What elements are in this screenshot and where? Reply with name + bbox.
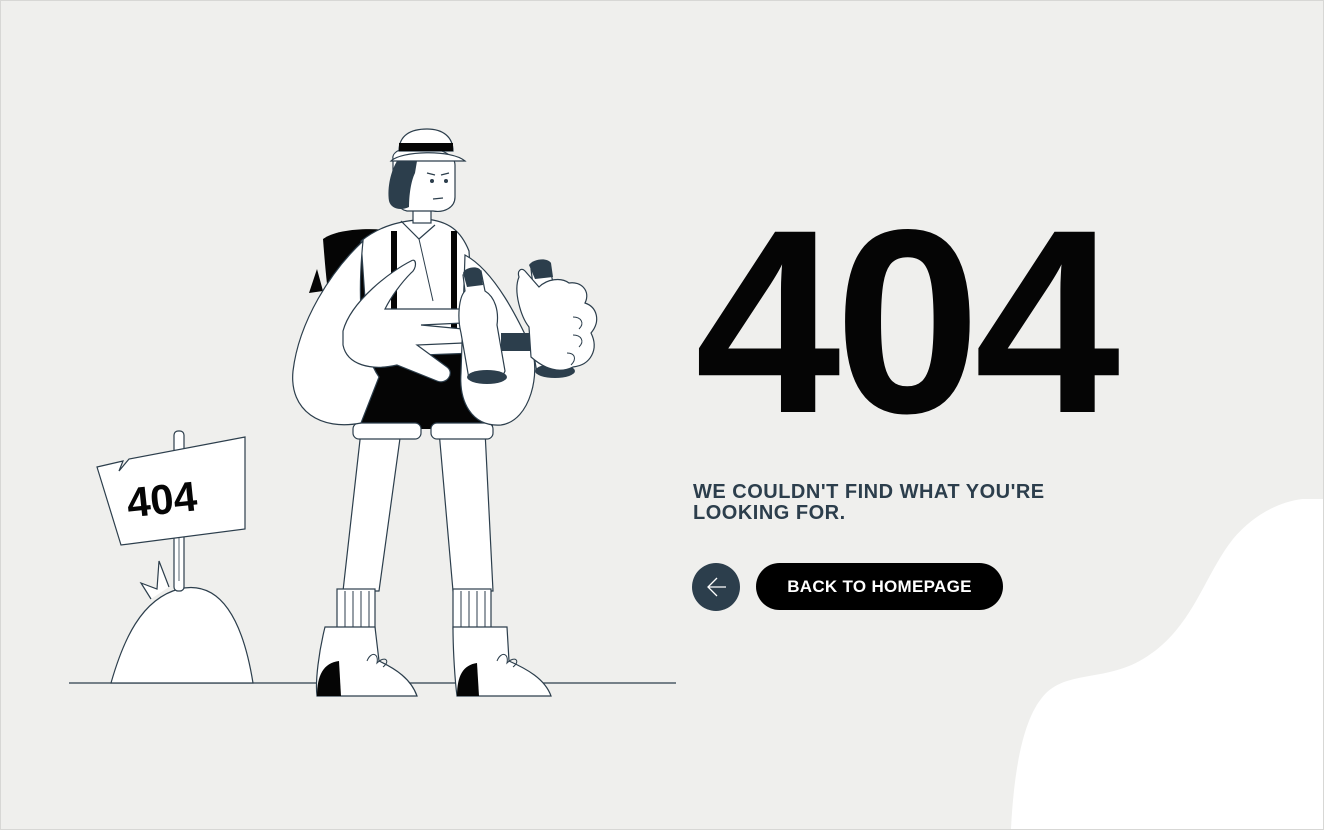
arrow-left-icon [707, 577, 726, 597]
back-to-homepage-button[interactable]: BACK TO HOMEPAGE [756, 563, 1003, 610]
error-page: 404 404 WE COULDN'T FIND WHAT YOU'RE LOO… [0, 0, 1324, 830]
sign-404-text: 404 [125, 472, 200, 526]
error-message: WE COULDN'T FIND WHAT YOU'RE LOOKING FOR… [693, 481, 1045, 524]
error-code-heading: 404 [695, 175, 1120, 468]
sign-board: 404 [96, 436, 246, 546]
back-button[interactable] [692, 563, 740, 611]
decorative-blob [1011, 499, 1323, 829]
explorer-illustration: 404 [69, 128, 676, 697]
